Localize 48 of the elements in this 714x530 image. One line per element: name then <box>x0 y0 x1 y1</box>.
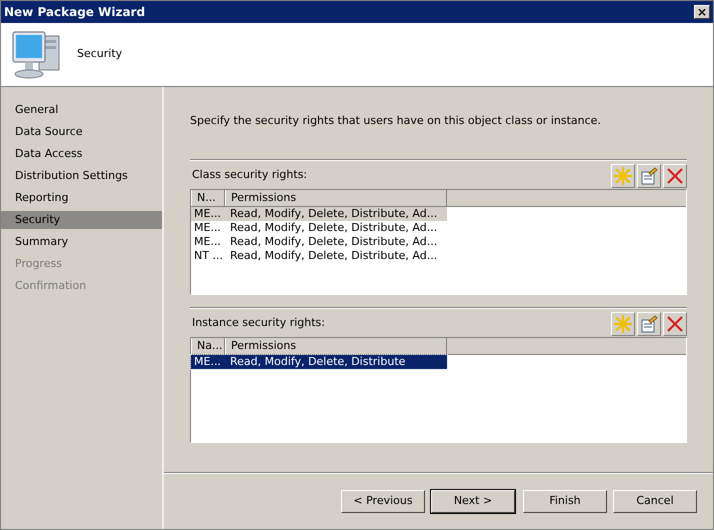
add-button[interactable] <box>611 164 635 188</box>
sidebar-item[interactable]: Data Access <box>1 145 162 163</box>
properties-icon <box>640 314 658 332</box>
delete-icon <box>666 314 684 332</box>
permission-row[interactable]: ME... Read, Modify, Delete, Distribute, Ad... <box>191 220 447 234</box>
row-cell-text: ME... <box>193 354 222 368</box>
column-header[interactable]: Permissions <box>225 190 447 206</box>
remove-button[interactable] <box>663 312 687 336</box>
row-cell-text: NT ... <box>193 248 224 262</box>
wizard-button[interactable]: < Previous <box>341 490 425 513</box>
rights-list[interactable]: Na... Permissions ME... Read, Modify, Delete, Distribute <box>190 336 687 442</box>
page-title: Security <box>77 46 122 62</box>
row-cell-text: ME... <box>193 206 222 220</box>
starburst-icon <box>614 166 632 184</box>
permission-row[interactable]: ME... Read, Modify, Delete, Distribute, Ad... <box>191 206 447 220</box>
wizard-button[interactable]: Next > <box>431 490 515 513</box>
intro-text: Specify the security rights that users have on this object class or instance. <box>190 113 602 129</box>
add-button[interactable] <box>611 312 635 336</box>
wizard-button[interactable]: Finish <box>523 490 607 513</box>
sidebar-item[interactable]: General <box>1 101 162 119</box>
window-title: New Package Wizard <box>4 4 146 21</box>
permission-row[interactable]: ME... Read, Modify, Delete, Distribute, Ad... <box>191 234 447 248</box>
sidebar-item[interactable]: Distribution Settings <box>1 167 162 185</box>
section-label: Class security rights: <box>192 167 308 183</box>
row-cell-text: Read, Modify, Delete, Distribute <box>229 354 406 368</box>
wizard-button[interactable]: Cancel <box>613 490 697 513</box>
row-cell-text: Read, Modify, Delete, Distribute, Ad... <box>229 248 438 262</box>
close-button[interactable]: × <box>694 5 710 19</box>
row-cell-text: ME... <box>193 234 222 248</box>
section-label: Instance security rights: <box>192 315 325 331</box>
properties-icon <box>640 166 658 184</box>
properties-button[interactable] <box>637 164 661 188</box>
starburst-icon <box>614 314 632 332</box>
remove-button[interactable] <box>663 164 687 188</box>
row-cell-text: Read, Modify, Delete, Distribute, Ad... <box>229 220 438 234</box>
row-cell-text: Read, Modify, Delete, Distribute, Ad... <box>229 234 438 248</box>
sidebar-item[interactable]: Security <box>1 211 162 229</box>
permission-row[interactable]: NT ... Read, Modify, Delete, Distribute, Ad... <box>191 248 447 262</box>
properties-button[interactable] <box>637 312 661 336</box>
sidebar-item[interactable]: Reporting <box>1 189 162 207</box>
column-header[interactable]: N... <box>191 190 225 206</box>
row-cell-text: ME... <box>193 220 222 234</box>
delete-icon <box>666 166 684 184</box>
row-cell-text: Read, Modify, Delete, Distribute, Ad... <box>229 206 438 220</box>
rights-list[interactable] <box>190 188 687 294</box>
sidebar-item[interactable]: Summary <box>1 233 162 251</box>
sidebar-item[interactable]: Data Source <box>1 123 162 141</box>
permission-row[interactable]: ME... Read, Modify, Delete, Distribute <box>191 354 447 368</box>
